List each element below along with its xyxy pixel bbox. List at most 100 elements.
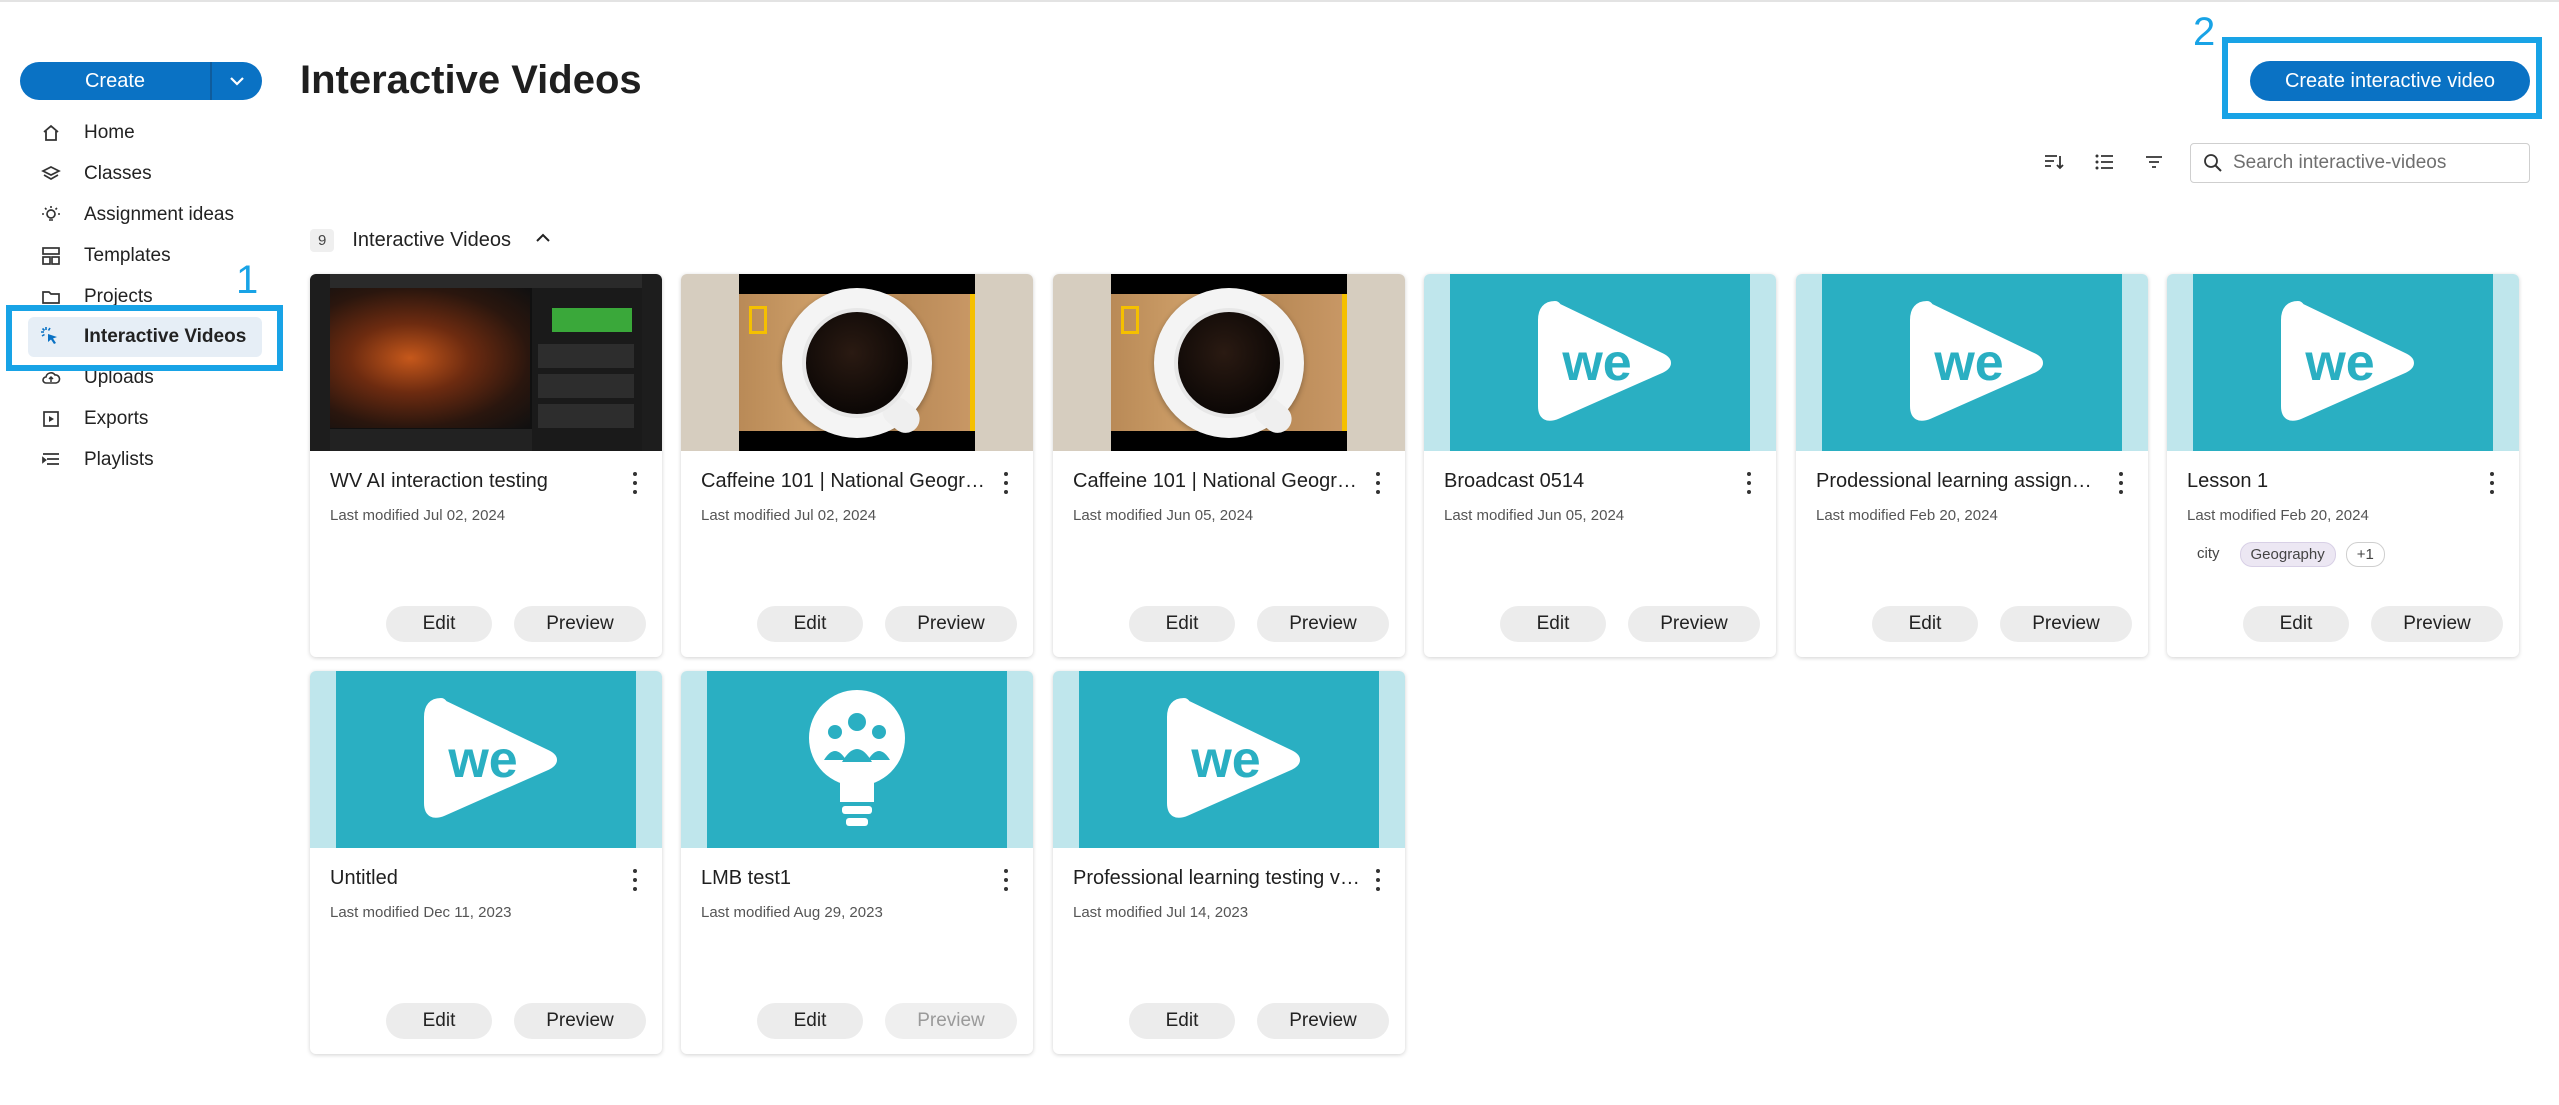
- video-thumbnail[interactable]: [310, 274, 662, 451]
- sort-button[interactable]: [2040, 148, 2068, 176]
- edit-button[interactable]: Edit: [1872, 606, 1978, 642]
- wevideo-logo-icon: we: [1910, 300, 2043, 421]
- tag-city[interactable]: city: [2187, 542, 2230, 567]
- last-modified: Last modified Jul 02, 2024: [701, 507, 877, 524]
- wevideo-logo-icon: we: [424, 697, 557, 818]
- card-title: Lesson 1: [2187, 470, 2269, 492]
- templates-icon: [40, 245, 62, 267]
- preview-button[interactable]: Preview: [514, 606, 646, 642]
- search-input[interactable]: [2233, 152, 2523, 174]
- video-card[interactable]: Caffeine 101 | National Geographic Last …: [681, 274, 1033, 657]
- video-card[interactable]: we Prodessional learning assignment Last…: [1796, 274, 2148, 657]
- video-thumbnail[interactable]: we: [2167, 274, 2519, 451]
- last-modified: Last modified Feb 20, 2024: [1816, 507, 1998, 524]
- sidebar-item-playlists[interactable]: Playlists: [20, 439, 270, 480]
- edit-button[interactable]: Edit: [1500, 606, 1606, 642]
- card-actions: Edit Preview: [310, 606, 662, 642]
- search-icon: [2204, 154, 2222, 172]
- chevron-down-icon: [230, 77, 244, 86]
- last-modified: Last modified Feb 20, 2024: [2187, 507, 2369, 524]
- sidebar-item-exports[interactable]: Exports: [20, 398, 270, 439]
- more-options-button[interactable]: [2487, 472, 2497, 494]
- home-icon: [40, 122, 62, 144]
- sidebar-item-label: Exports: [84, 407, 149, 429]
- annotation-number-1: 1: [236, 258, 259, 302]
- list-view-icon: [2095, 154, 2113, 170]
- annotation-box-1: [6, 305, 283, 371]
- video-thumbnail[interactable]: [1053, 274, 1405, 451]
- more-tags-badge[interactable]: +1: [2345, 542, 2385, 567]
- sidebar-item-home[interactable]: Home: [20, 112, 270, 153]
- edit-button[interactable]: Edit: [2243, 606, 2349, 642]
- video-card[interactable]: WV AI interaction testing Last modified …: [310, 274, 662, 657]
- sidebar-item-label: Classes: [84, 162, 152, 184]
- video-thumbnail[interactable]: we: [1424, 274, 1776, 451]
- preview-button[interactable]: Preview: [2371, 606, 2503, 642]
- filter-button[interactable]: [2140, 148, 2168, 176]
- create-button[interactable]: Create: [20, 62, 212, 100]
- video-thumbnail[interactable]: [681, 671, 1033, 848]
- svg-text:we: we: [447, 731, 517, 789]
- video-thumbnail[interactable]: [681, 274, 1033, 451]
- more-options-button[interactable]: [630, 869, 640, 891]
- edit-button[interactable]: Edit: [1129, 1003, 1235, 1039]
- edit-button[interactable]: Edit: [757, 1003, 863, 1039]
- preview-button[interactable]: Preview: [885, 606, 1017, 642]
- wevideo-logo-icon: we: [1167, 697, 1300, 818]
- video-thumbnail[interactable]: we: [1053, 671, 1405, 848]
- more-options-button[interactable]: [630, 472, 640, 494]
- video-card[interactable]: LMB test1 Last modified Aug 29, 2023 Edi…: [681, 671, 1033, 1054]
- svg-text:we: we: [1933, 334, 2003, 392]
- lightbulb-people-icon: [809, 689, 905, 826]
- last-modified: Last modified Jul 02, 2024: [330, 507, 506, 524]
- create-split-button: Create: [20, 62, 262, 100]
- preview-button-disabled: Preview: [885, 1003, 1017, 1039]
- more-options-button[interactable]: [1373, 869, 1383, 891]
- video-thumbnail[interactable]: we: [1796, 274, 2148, 451]
- card-actions: Edit Preview: [1796, 606, 2148, 642]
- preview-button[interactable]: Preview: [514, 1003, 646, 1039]
- preview-button[interactable]: Preview: [2000, 606, 2132, 642]
- video-card[interactable]: we Lesson 1 Last modified Feb 20, 2024 c…: [2167, 274, 2519, 657]
- card-actions: Edit Preview: [681, 1003, 1033, 1039]
- sidebar-item-templates[interactable]: Templates: [20, 235, 270, 276]
- edit-button[interactable]: Edit: [386, 1003, 492, 1039]
- sidebar-item-classes[interactable]: Classes: [20, 153, 270, 194]
- svg-text:we: we: [1561, 334, 1631, 392]
- edit-button[interactable]: Edit: [386, 606, 492, 642]
- preview-button[interactable]: Preview: [1257, 606, 1389, 642]
- sort-icon: [2045, 155, 2064, 170]
- card-actions: Edit Preview: [681, 606, 1033, 642]
- card-title: WV AI interaction testing: [330, 470, 548, 492]
- more-options-button[interactable]: [1001, 869, 1011, 891]
- more-options-button[interactable]: [1373, 472, 1383, 494]
- create-dropdown-button[interactable]: [212, 62, 262, 100]
- video-card[interactable]: Caffeine 101 | National Geographic Last …: [1053, 274, 1405, 657]
- section-header: 9 Interactive Videos: [310, 228, 553, 253]
- search-box: [2190, 143, 2530, 183]
- more-options-button[interactable]: [1744, 472, 1754, 494]
- filter-icon: [2146, 156, 2162, 168]
- preview-button[interactable]: Preview: [1628, 606, 1760, 642]
- more-options-button[interactable]: [1001, 472, 1011, 494]
- wevideo-logo-icon: we: [2281, 300, 2414, 421]
- list-view-button[interactable]: [2090, 148, 2118, 176]
- card-actions: Edit Preview: [1424, 606, 1776, 642]
- video-card[interactable]: we Broadcast 0514 Last modified Jun 05, …: [1424, 274, 1776, 657]
- tag-geography[interactable]: Geography: [2239, 542, 2336, 567]
- collapse-section-button[interactable]: [533, 228, 553, 253]
- preview-button[interactable]: Preview: [1257, 1003, 1389, 1039]
- sidebar-item-assignment-ideas[interactable]: Assignment ideas: [20, 194, 270, 235]
- card-title: LMB test1: [701, 867, 792, 889]
- more-options-button[interactable]: [2116, 472, 2126, 494]
- edit-button[interactable]: Edit: [757, 606, 863, 642]
- sidebar-nav: Home Classes Assignment ideas Templates …: [20, 112, 270, 480]
- card-actions: Edit Preview: [1053, 1003, 1405, 1039]
- svg-text:we: we: [1190, 731, 1260, 789]
- video-card[interactable]: we Untitled Last modified Dec 11, 2023 E…: [310, 671, 662, 1054]
- edit-button[interactable]: Edit: [1129, 606, 1235, 642]
- video-card[interactable]: we Professional learning testing video L…: [1053, 671, 1405, 1054]
- svg-text:we: we: [2304, 334, 2374, 392]
- count-badge: 9: [310, 229, 335, 252]
- video-thumbnail[interactable]: we: [310, 671, 662, 848]
